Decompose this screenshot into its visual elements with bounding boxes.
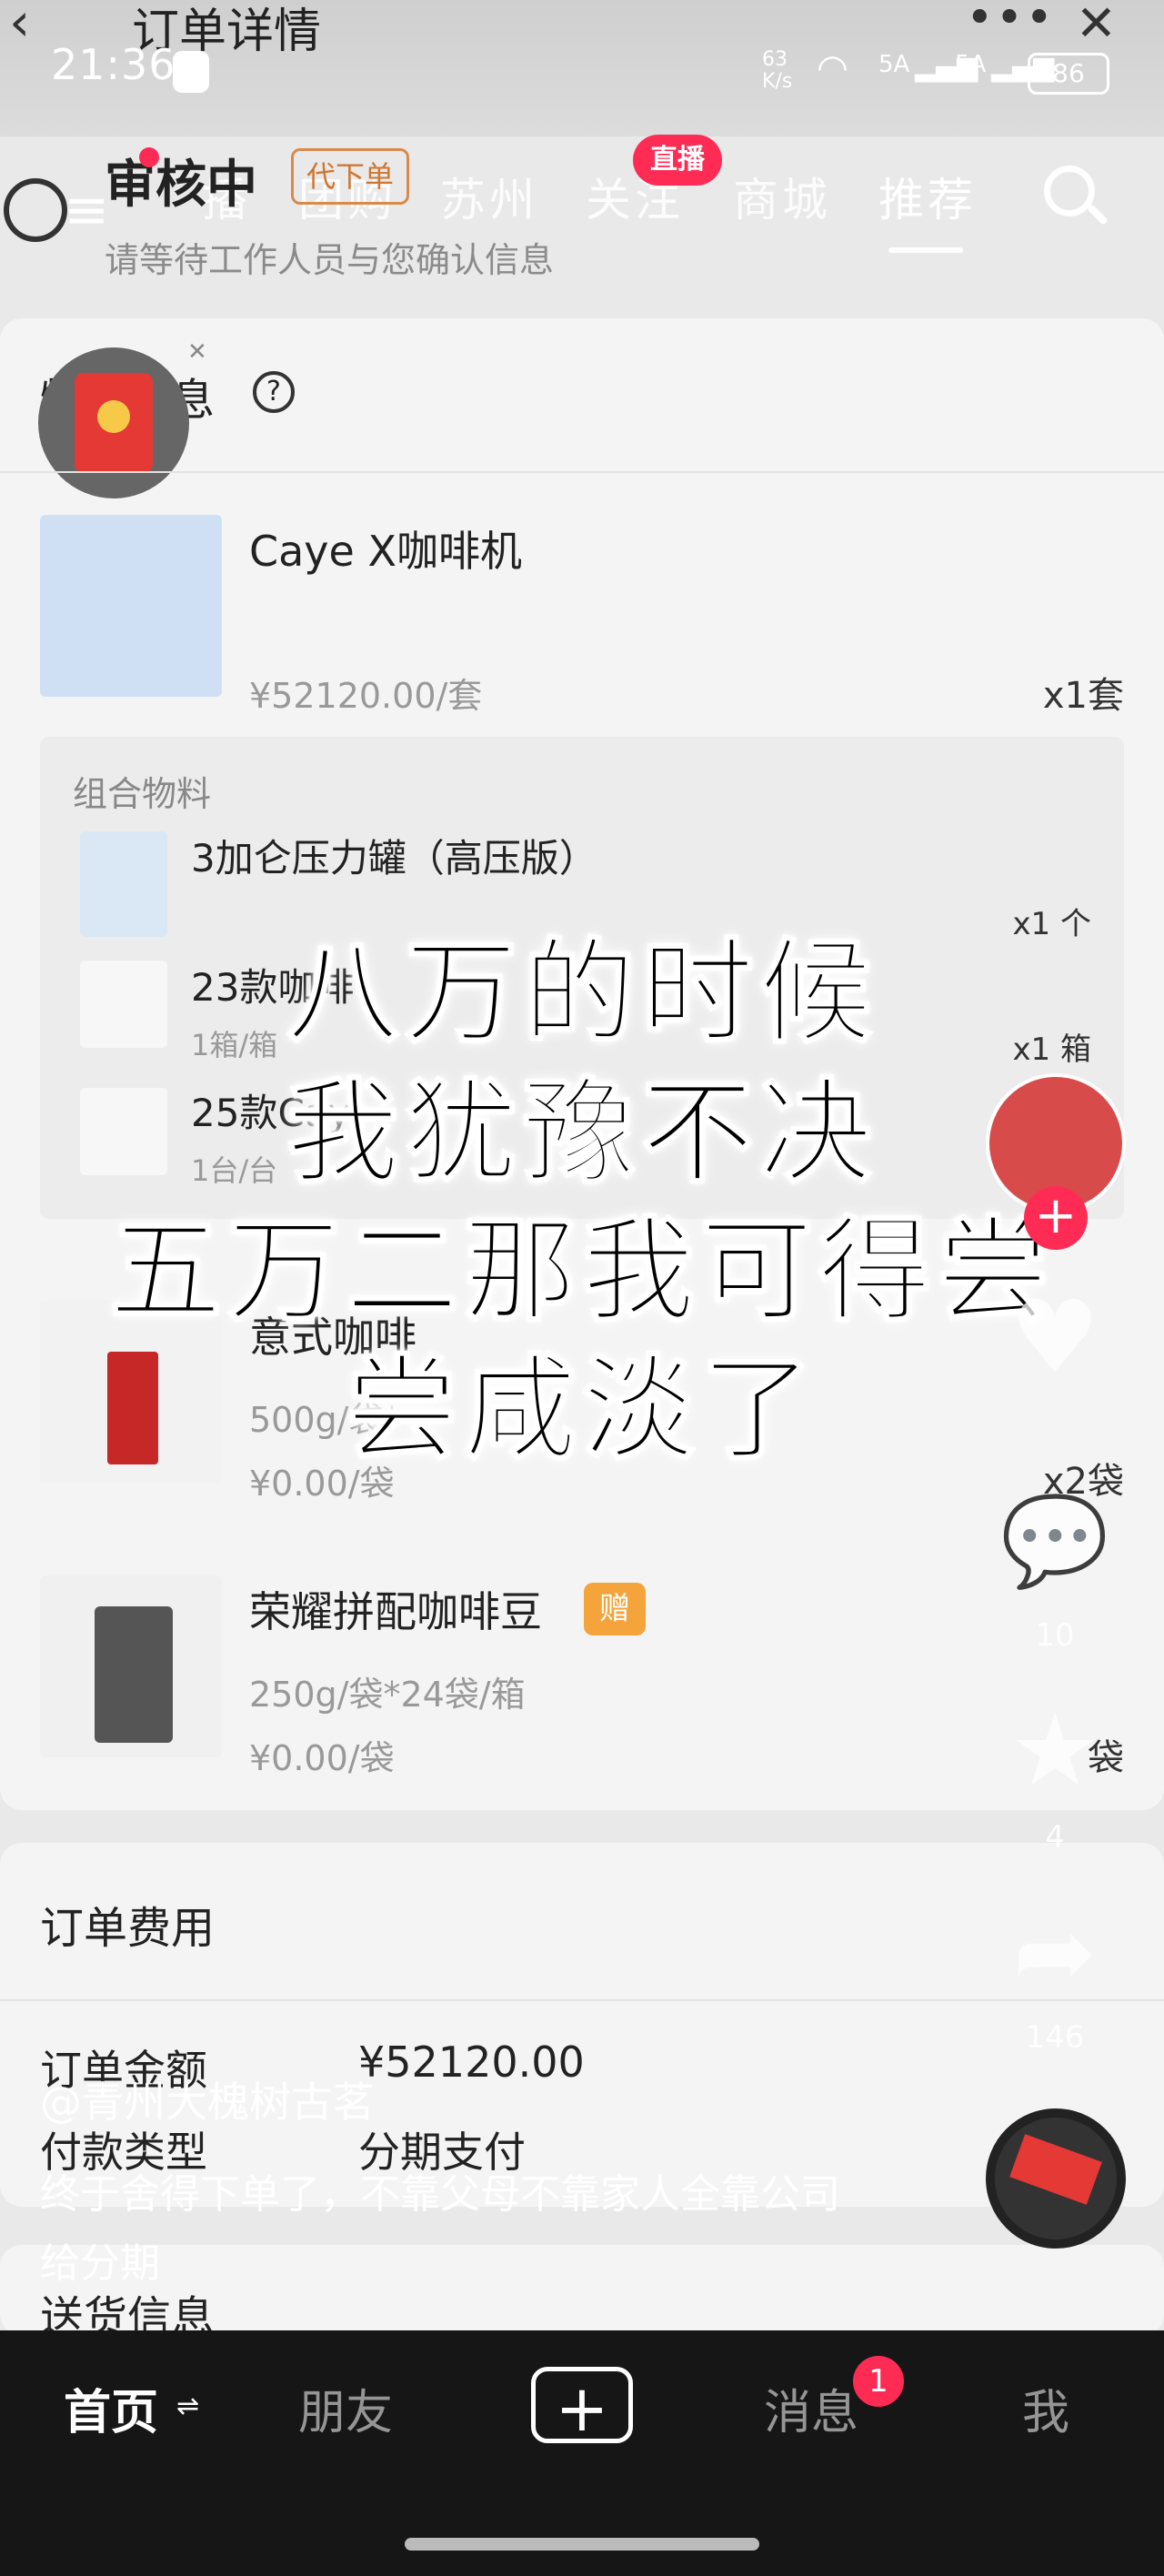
back-icon[interactable]: ‹ bbox=[9, 0, 30, 53]
order-amount-value: ¥52120.00 bbox=[358, 2038, 585, 2087]
close-icon[interactable]: ✕ bbox=[1076, 0, 1117, 52]
clock-icon[interactable] bbox=[4, 178, 67, 242]
overlay-line: 八万的时候 bbox=[286, 927, 878, 1060]
live-badge: 直播 bbox=[633, 135, 722, 186]
proxy-order-tag: 代下单 bbox=[291, 148, 410, 205]
lock-icon bbox=[173, 51, 209, 93]
divider bbox=[0, 471, 1164, 473]
favorite-star-icon[interactable]: ★ bbox=[982, 1692, 1128, 1808]
home-indicator bbox=[405, 2538, 759, 2551]
notification-dot bbox=[139, 147, 159, 167]
search-icon-handle bbox=[1086, 203, 1109, 226]
nav-item-shangcheng[interactable]: 商城 bbox=[733, 164, 831, 229]
order-status-title: 审核中 bbox=[105, 156, 257, 215]
nav-active-indicator bbox=[888, 247, 963, 253]
signal-2: 5A bbox=[955, 51, 987, 78]
combo-item-name: 3加仑压力罐（高压版） bbox=[191, 836, 597, 880]
nav-me[interactable]: 我 bbox=[1022, 2374, 1069, 2442]
product-qty: x1套 bbox=[1042, 675, 1124, 717]
messages-badge: 1 bbox=[853, 2356, 904, 2407]
create-plus-button[interactable]: + bbox=[531, 2367, 633, 2446]
product-name: Caye X咖啡机 bbox=[249, 527, 522, 576]
red-packet-coin bbox=[97, 400, 130, 433]
net-speed: 63 K/s bbox=[762, 48, 793, 93]
nav-friends[interactable]: 朋友 bbox=[298, 2374, 393, 2442]
fees-title: 订单费用 bbox=[40, 1903, 216, 1954]
nav-item-suzhou[interactable]: 苏州 bbox=[440, 164, 538, 229]
signal-1: 5A bbox=[878, 51, 910, 78]
switch-icon[interactable]: ⇌ bbox=[176, 2390, 199, 2422]
product-price: ¥0.00/袋 bbox=[249, 1738, 395, 1778]
product-image-coffee-machine bbox=[40, 515, 222, 697]
follow-plus-icon[interactable]: + bbox=[1024, 1186, 1088, 1250]
menu-icon[interactable]: ≡ bbox=[64, 178, 109, 242]
more-icon[interactable]: ••• bbox=[966, 0, 1055, 45]
red-packet-close[interactable]: ✕ bbox=[187, 338, 207, 366]
status-time: 21:36 bbox=[51, 40, 176, 89]
product-price: ¥52120.00/套 bbox=[249, 676, 483, 716]
battery: 86 bbox=[1028, 53, 1109, 95]
product-bag bbox=[95, 1606, 173, 1743]
author-name[interactable]: @青州大槐树古茗 bbox=[40, 2069, 375, 2129]
nav-messages[interactable]: 消息 bbox=[764, 2374, 858, 2442]
order-status-subtitle: 请等待工作人员与您确认信息 bbox=[105, 240, 555, 280]
comment-count: 10 bbox=[1035, 1617, 1075, 1654]
product-spec: 250g/袋*24袋/箱 bbox=[249, 1675, 526, 1715]
video-caption: 终于舍得下单了，不靠父母不靠家人全靠公司给分期 bbox=[40, 2171, 840, 2287]
comment-icon[interactable]: 💬 bbox=[982, 1490, 1128, 1593]
help-icon[interactable]: ? bbox=[253, 371, 295, 413]
combo-label: 组合物料 bbox=[73, 774, 212, 814]
favorite-count: 4 bbox=[1045, 1819, 1065, 1856]
share-arrow-icon[interactable]: ➦ bbox=[982, 1894, 1128, 2010]
product-name: 荣耀拼配咖啡豆 bbox=[249, 1587, 542, 1636]
nav-home[interactable]: 首页 bbox=[64, 2374, 158, 2442]
wifi-icon: ◠ bbox=[817, 47, 848, 89]
gift-badge: 赠 bbox=[584, 1583, 646, 1635]
nav-item-tuijian[interactable]: 推荐 bbox=[878, 164, 977, 229]
like-heart-icon[interactable]: ♥ bbox=[982, 1279, 1128, 1395]
share-count: 146 bbox=[1025, 2019, 1085, 2056]
